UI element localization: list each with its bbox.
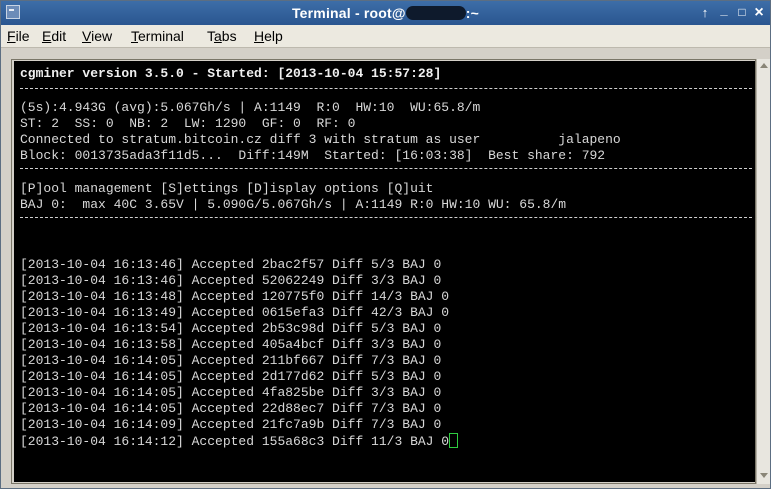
menu-view[interactable]: View (82, 28, 112, 44)
menu-edit[interactable]: Edit (42, 28, 66, 44)
log-line: [2013-10-04 16:13:48] Accepted 120775f0 … (20, 289, 450, 304)
terminal-output[interactable]: cgminer version 3.5.0 - Started: [2013-1… (14, 61, 755, 482)
log-line-text: [2013-10-04 16:14:12] Accepted 155a68c3 … (20, 434, 450, 449)
terminal-scrollbar[interactable] (756, 59, 770, 484)
log-line: [2013-10-04 16:13:46] Accepted 52062249 … (20, 273, 442, 288)
log-line: [2013-10-04 16:14:05] Accepted 22d88ec7 … (20, 401, 442, 416)
keep-above-icon[interactable]: ↑ (697, 4, 713, 21)
log-line: [2013-10-04 16:14:09] Accepted 21fc7a9b … (20, 417, 442, 432)
title-bar[interactable]: Terminal - root@ :~ ↑ _ □ × (1, 1, 770, 25)
separator (20, 88, 752, 89)
separator (20, 217, 752, 218)
cgminer-header: cgminer version 3.5.0 - Started: [2013-1… (20, 66, 442, 81)
options-menu-line: [P]ool management [S]ettings [D]isplay o… (20, 181, 434, 196)
block-line: Block: 0013735ada3f11d5... Diff:149M Sta… (20, 148, 606, 163)
separator (20, 168, 752, 169)
maximize-icon[interactable]: □ (734, 4, 750, 21)
log-line: [2013-10-04 16:13:58] Accepted 405a4bcf … (20, 337, 442, 352)
log-line: [2013-10-04 16:13:49] Accepted 0615efa3 … (20, 305, 450, 320)
log-line: [2013-10-04 16:13:46] Accepted 2bac2f57 … (20, 257, 442, 272)
hashrate-line: (5s):4.943G (avg):5.067Gh/s | A:1149 R:0… (20, 100, 481, 115)
menu-terminal[interactable]: Terminal (131, 28, 184, 44)
minimize-icon[interactable]: _ (716, 1, 732, 18)
log-line: [2013-10-04 16:14:05] Accepted 2d177d62 … (20, 369, 442, 384)
window-title: Terminal - root@ :~ (1, 5, 770, 21)
menu-file[interactable]: File (7, 28, 30, 44)
menu-help[interactable]: Help (254, 28, 283, 44)
stats-line: ST: 2 SS: 0 NB: 2 LW: 1290 GF: 0 RF: 0 (20, 116, 356, 131)
device-line: BAJ 0: max 40C 3.65V | 5.090G/5.067Gh/s … (20, 197, 567, 212)
redacted-hostname (405, 6, 466, 20)
window-title-prefix: Terminal - root@ (291, 5, 406, 21)
menu-tabs[interactable]: Tabs (207, 28, 237, 44)
log-line-last: [2013-10-04 16:14:12] Accepted 155a68c3 … (20, 433, 459, 450)
log-line: [2013-10-04 16:14:05] Accepted 211bf667 … (20, 353, 442, 368)
window-title-suffix: :~ (465, 5, 480, 21)
scroll-down-icon[interactable] (760, 473, 768, 478)
connection-line: Connected to stratum.bitcoin.cz diff 3 w… (20, 132, 621, 147)
menu-bar: File Edit View Terminal Tabs Help (1, 25, 770, 48)
log-line: [2013-10-04 16:14:05] Accepted 4fa825be … (20, 385, 442, 400)
terminal-window: Terminal - root@ :~ ↑ _ □ × File Edit Vie… (0, 0, 771, 489)
log-line: [2013-10-04 16:13:54] Accepted 2b53c98d … (20, 321, 442, 336)
close-icon[interactable]: × (751, 4, 767, 21)
text-cursor (449, 433, 459, 448)
scroll-up-icon[interactable] (760, 63, 768, 68)
